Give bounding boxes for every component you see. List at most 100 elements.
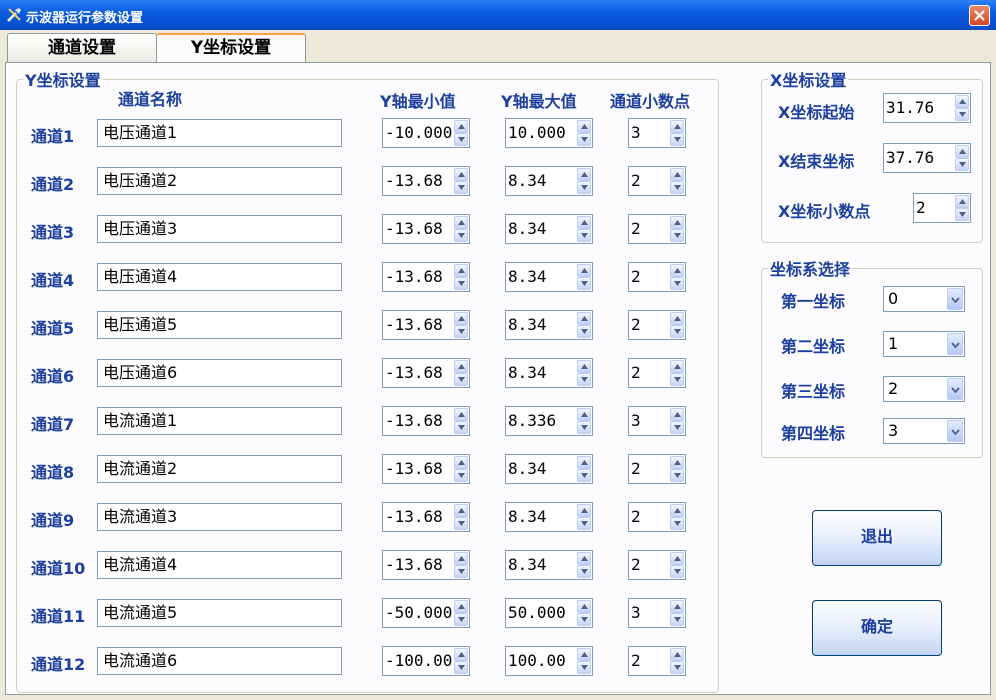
channel-decimals-value[interactable]: 2 [631,216,669,242]
channel-name-input[interactable]: 电压通道3 [97,215,342,243]
channel-name-input[interactable]: 电流通道5 [97,599,342,627]
spin-down-button[interactable] [577,229,591,242]
spin-up-button[interactable] [454,552,468,565]
channel-decimals-spinner[interactable]: 2 [628,454,686,484]
spin-up-button[interactable] [454,120,468,133]
channel-name-input[interactable]: 电压通道2 [97,167,342,195]
spin-up-button[interactable] [577,648,591,661]
y-max-value[interactable]: 50.000 [508,600,576,626]
y-min-spinner[interactable]: -13.68 [382,358,470,388]
dropdown-button[interactable] [947,288,963,310]
channel-decimals-spinner[interactable]: 2 [628,358,686,388]
close-button[interactable] [969,5,990,26]
channel-decimals-spinner[interactable]: 2 [628,646,686,676]
spin-up-button[interactable] [454,456,468,469]
spin-down-button[interactable] [670,133,684,146]
spin-down-button[interactable] [454,613,468,626]
spin-up-button[interactable] [670,648,684,661]
channel-decimals-spinner[interactable]: 3 [628,406,686,436]
spin-down-button[interactable] [955,158,969,171]
channel-decimals-value[interactable]: 3 [631,408,669,434]
channel-decimals-value[interactable]: 3 [631,120,669,146]
dropdown-button[interactable] [947,420,963,442]
x-decimals-value[interactable]: 2 [916,195,954,221]
y-min-value[interactable]: -13.68 [385,264,453,290]
spin-up-button[interactable] [670,264,684,277]
spin-down-button[interactable] [577,181,591,194]
spin-up-button[interactable] [577,456,591,469]
x-start-value[interactable]: 31.76 [886,95,954,121]
spin-up-button[interactable] [577,120,591,133]
y-max-value[interactable]: 8.34 [508,264,576,290]
spin-down-button[interactable] [454,565,468,578]
spin-up-button[interactable] [454,408,468,421]
y-min-value[interactable]: -13.68 [385,360,453,386]
y-max-spinner[interactable]: 8.34 [505,310,593,340]
channel-decimals-spinner[interactable]: 2 [628,166,686,196]
y-min-value[interactable]: -13.68 [385,552,453,578]
spin-up-button[interactable] [955,95,969,108]
y-min-value[interactable]: -13.68 [385,504,453,530]
coord-select[interactable]: 0 [883,286,965,312]
channel-name-input[interactable]: 电流通道4 [97,551,342,579]
spin-down-button[interactable] [670,517,684,530]
tab-y-axis-settings[interactable]: Y坐标设置 [156,33,306,62]
channel-decimals-value[interactable]: 2 [631,456,669,482]
y-max-spinner[interactable]: 8.34 [505,454,593,484]
y-min-spinner[interactable]: -50.000 [382,598,470,628]
channel-name-input[interactable]: 电压通道6 [97,359,342,387]
channel-decimals-spinner[interactable]: 2 [628,214,686,244]
channel-name-input[interactable]: 电流通道3 [97,503,342,531]
spin-up-button[interactable] [454,312,468,325]
spin-up-button[interactable] [670,120,684,133]
y-max-spinner[interactable]: 8.34 [505,214,593,244]
y-max-value[interactable]: 8.34 [508,168,576,194]
channel-name-input[interactable]: 电流通道1 [97,407,342,435]
y-min-value[interactable]: -100.00 [385,648,453,674]
spin-down-button[interactable] [454,133,468,146]
y-min-value[interactable]: -13.68 [385,456,453,482]
channel-name-input[interactable]: 电流通道2 [97,455,342,483]
spin-up-button[interactable] [454,264,468,277]
channel-decimals-spinner[interactable]: 3 [628,118,686,148]
spin-down-button[interactable] [670,229,684,242]
channel-decimals-value[interactable]: 2 [631,168,669,194]
spin-down-button[interactable] [577,613,591,626]
x-end-value[interactable]: 37.76 [886,145,954,171]
coord-select[interactable]: 2 [883,376,965,402]
x-start-spinner[interactable]: 31.76 [883,93,971,123]
spin-down-button[interactable] [670,565,684,578]
channel-decimals-value[interactable]: 2 [631,360,669,386]
y-min-value[interactable]: -13.68 [385,216,453,242]
y-min-spinner[interactable]: -13.68 [382,262,470,292]
spin-down-button[interactable] [454,421,468,434]
channel-decimals-spinner[interactable]: 2 [628,550,686,580]
y-min-value[interactable]: -13.68 [385,168,453,194]
x-end-spinner[interactable]: 37.76 [883,143,971,173]
spin-up-button[interactable] [454,216,468,229]
channel-name-input[interactable]: 电压通道5 [97,311,342,339]
spin-up-button[interactable] [955,145,969,158]
spin-down-button[interactable] [577,325,591,338]
spin-up-button[interactable] [577,600,591,613]
spin-up-button[interactable] [670,456,684,469]
ok-button[interactable]: 确定 [812,600,942,656]
spin-up-button[interactable] [670,552,684,565]
y-max-value[interactable]: 8.34 [508,504,576,530]
spin-down-button[interactable] [454,325,468,338]
spin-up-button[interactable] [577,264,591,277]
y-min-spinner[interactable]: -13.68 [382,166,470,196]
spin-down-button[interactable] [670,469,684,482]
spin-down-button[interactable] [670,181,684,194]
dropdown-button[interactable] [947,333,963,355]
spin-down-button[interactable] [454,277,468,290]
spin-down-button[interactable] [955,208,969,221]
y-min-spinner[interactable]: -10.000 [382,118,470,148]
spin-up-button[interactable] [670,312,684,325]
y-max-spinner[interactable]: 10.000 [505,118,593,148]
y-max-spinner[interactable]: 8.34 [505,262,593,292]
x-decimals-spinner[interactable]: 2 [913,193,971,223]
spin-down-button[interactable] [454,229,468,242]
y-max-spinner[interactable]: 8.34 [505,358,593,388]
y-max-value[interactable]: 100.00 [508,648,576,674]
